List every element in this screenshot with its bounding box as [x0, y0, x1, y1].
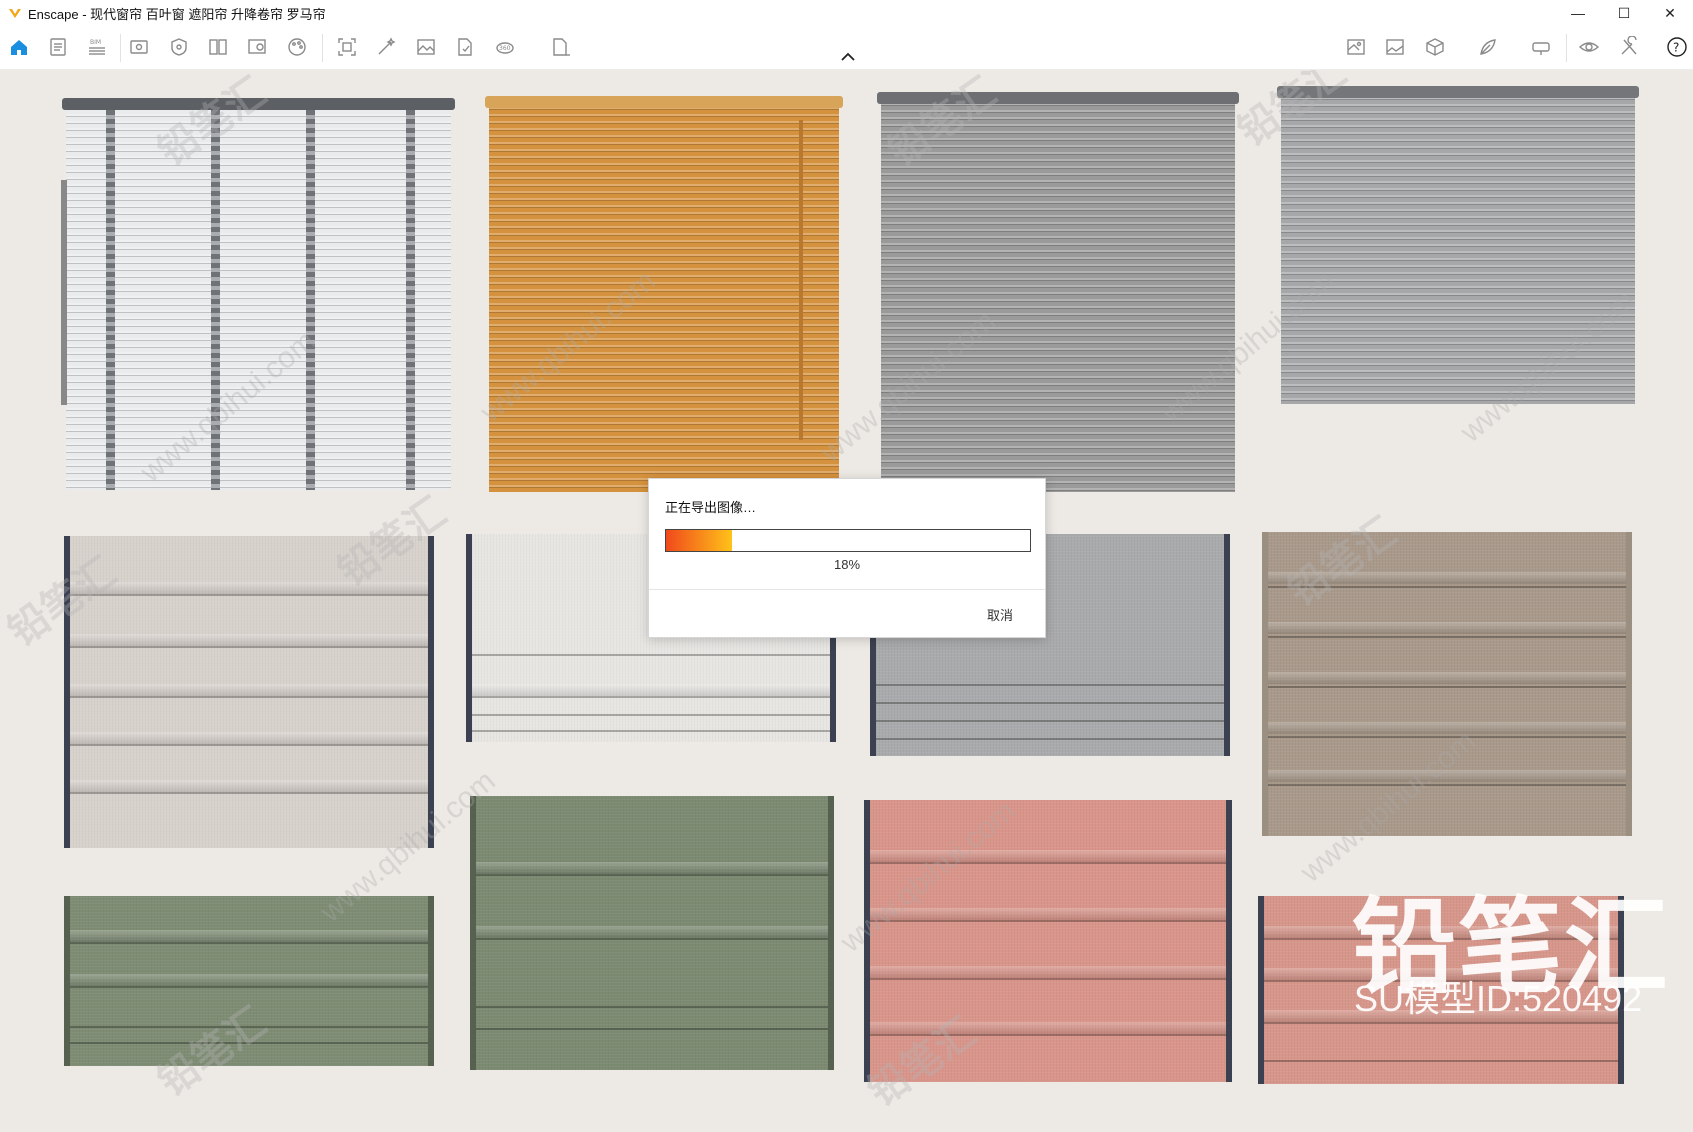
- image-icon[interactable]: [413, 34, 439, 60]
- venetian-blind-silver: [1277, 86, 1639, 404]
- bim-icon[interactable]: BIM: [84, 34, 110, 60]
- roman-shade-taupe: [1262, 532, 1632, 836]
- export-progress-dialog: 正在导出图像… 18% 取消: [648, 478, 1046, 638]
- palette-icon[interactable]: [284, 34, 310, 60]
- collapse-toolbar-chevron-icon[interactable]: [838, 50, 858, 64]
- toolbar-separator: [1566, 34, 1567, 62]
- venetian-blind-white: [61, 98, 455, 490]
- window-controls: — ☐ ✕: [1555, 0, 1693, 26]
- document-icon[interactable]: [45, 34, 71, 60]
- home-icon[interactable]: [6, 34, 32, 60]
- tools-icon[interactable]: [1616, 34, 1642, 60]
- dialog-title: 正在导出图像…: [665, 500, 757, 515]
- export-progress-bar: [665, 529, 1031, 552]
- magic-icon[interactable]: [373, 34, 399, 60]
- dialog-divider: [649, 589, 1045, 590]
- maximize-button[interactable]: ☐: [1601, 0, 1647, 26]
- close-button[interactable]: ✕: [1647, 0, 1693, 26]
- model-id-watermark: SU模型ID:520492: [1354, 978, 1643, 1019]
- panorama-icon[interactable]: 360: [492, 34, 518, 60]
- vr-icon[interactable]: [1528, 34, 1554, 60]
- minimize-button[interactable]: —: [1555, 0, 1601, 26]
- svg-text:BIM: BIM: [90, 39, 101, 46]
- view-icon[interactable]: [126, 34, 152, 60]
- progress-fill: [666, 530, 732, 551]
- gallery-icon[interactable]: [1382, 34, 1408, 60]
- map-icon[interactable]: [1343, 34, 1369, 60]
- venetian-blind-wood: [485, 96, 843, 492]
- cancel-button[interactable]: 取消: [987, 605, 1013, 624]
- settings-icon[interactable]: [244, 34, 270, 60]
- window-title: Enscape - 现代窗帘 百叶窗 遮阳帘 升降卷帘 罗马帘: [28, 6, 326, 22]
- title-bar: Enscape - 现代窗帘 百叶窗 遮阳帘 升降卷帘 罗马帘 — ☐ ✕: [0, 0, 1693, 26]
- enscape-logo-icon: [9, 9, 21, 18]
- library-icon[interactable]: [205, 34, 231, 60]
- progress-percent-label: 18%: [833, 557, 861, 572]
- venetian-blind-gray: [877, 92, 1239, 492]
- export-icon[interactable]: [452, 34, 478, 60]
- roman-shade-beige: [64, 536, 434, 848]
- feather-icon[interactable]: [1475, 34, 1501, 60]
- eye-icon[interactable]: [1576, 34, 1602, 60]
- batch-icon[interactable]: [548, 34, 574, 60]
- help-icon[interactable]: ?: [1664, 34, 1690, 60]
- roman-shade-sage-small: [64, 896, 434, 1066]
- toolbar-separator: [322, 34, 323, 62]
- roman-shade-sage-large: [470, 796, 834, 1070]
- toolbar-separator: [120, 34, 121, 62]
- render-viewport[interactable]: 铅笔汇 铅笔汇 铅笔汇 铅笔汇 铅笔汇 铅笔汇 铅笔汇 铅笔汇 铅笔汇 www.…: [0, 70, 1693, 1132]
- asset-icon[interactable]: [166, 34, 192, 60]
- svg-text:?: ?: [1673, 41, 1679, 55]
- screenshot-icon[interactable]: [334, 34, 360, 60]
- svg-text:360: 360: [499, 45, 511, 52]
- roman-shade-coral-large: [864, 800, 1232, 1082]
- cube-icon[interactable]: [1422, 34, 1448, 60]
